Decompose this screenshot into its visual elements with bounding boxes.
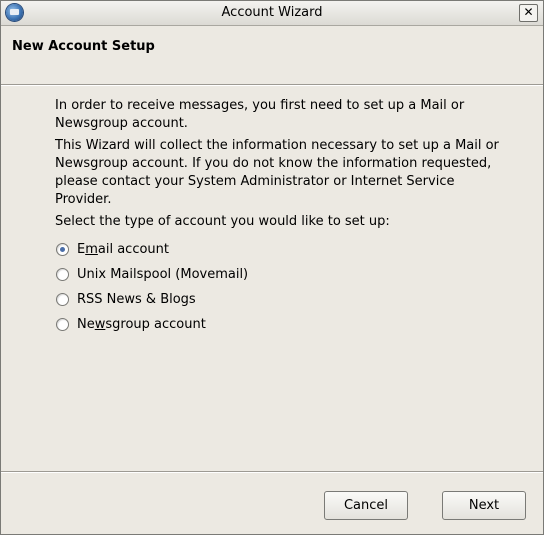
radio-label: RSS News & Blogs	[77, 292, 196, 307]
radio-label: Newsgroup account	[77, 317, 206, 332]
wizard-header: New Account Setup	[1, 26, 543, 85]
window-title: Account Wizard	[221, 5, 323, 20]
radio-button[interactable]	[56, 318, 69, 331]
footer-divider-highlight	[1, 472, 543, 473]
label-part: Ne	[77, 317, 95, 332]
radio-button[interactable]	[56, 268, 69, 281]
accesskey-letter: w	[94, 317, 106, 332]
page-title: New Account Setup	[12, 39, 155, 54]
radio-label: Unix Mailspool (Movemail)	[77, 267, 249, 282]
accesskey-letter: m	[85, 242, 98, 257]
cancel-button[interactable]: Cancel	[324, 491, 408, 520]
radio-unix-mailspool[interactable]: Unix Mailspool (Movemail)	[56, 262, 248, 287]
header-divider-highlight	[1, 85, 543, 86]
account-wizard-window: Account Wizard ✕ New Account Setup In or…	[0, 0, 544, 535]
title-bar[interactable]: Account Wizard ✕	[1, 1, 543, 26]
info-paragraph: This Wizard will collect the information…	[55, 138, 499, 207]
account-type-radio-group: Email account Unix Mailspool (Movemail) …	[56, 237, 248, 337]
radio-button[interactable]	[56, 243, 69, 256]
radio-newsgroup-account[interactable]: Newsgroup account	[56, 312, 248, 337]
close-button[interactable]: ✕	[519, 4, 538, 22]
label-part: sgroup account	[105, 317, 206, 332]
radio-button[interactable]	[56, 293, 69, 306]
radio-label: Email account	[77, 242, 169, 257]
radio-rss-news-blogs[interactable]: RSS News & Blogs	[56, 287, 248, 312]
intro-paragraph: In order to receive messages, you first …	[55, 98, 465, 131]
next-button[interactable]: Next	[442, 491, 526, 520]
label-part: E	[77, 242, 86, 257]
select-prompt: Select the type of account you would lik…	[55, 214, 390, 229]
radio-email-account[interactable]: Email account	[56, 237, 248, 262]
label-part: ail account	[97, 242, 170, 257]
wizard-content: In order to receive messages, you first …	[55, 97, 515, 235]
